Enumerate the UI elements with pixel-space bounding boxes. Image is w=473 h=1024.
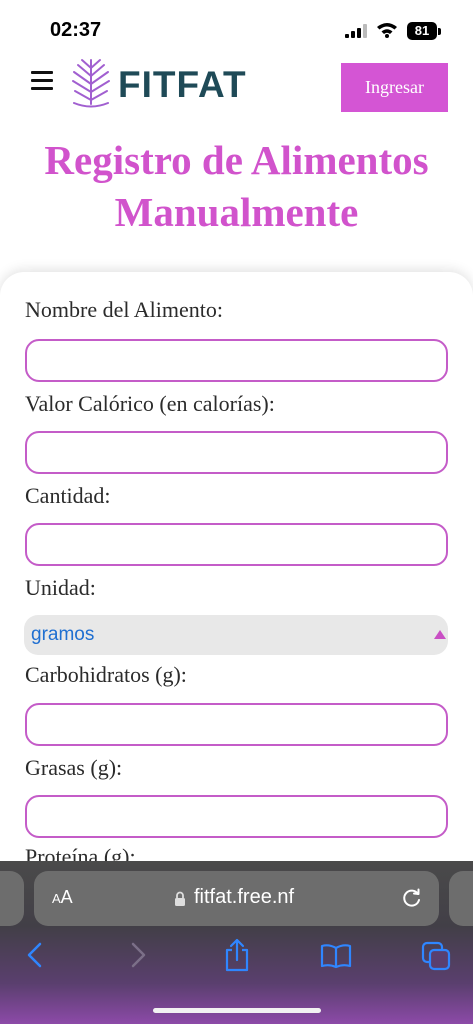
battery-tip — [438, 28, 441, 35]
leaf-logo-icon — [72, 59, 110, 108]
wifi-icon — [377, 23, 397, 38]
home-indicator — [153, 1008, 321, 1013]
fats-input[interactable] — [25, 795, 448, 838]
back-icon[interactable] — [24, 941, 46, 969]
logo-text[interactable]: FITFAT — [118, 64, 247, 106]
select-arrow-icon — [434, 630, 446, 639]
share-icon[interactable] — [223, 938, 251, 972]
calories-input[interactable] — [25, 431, 448, 474]
battery-icon: 81 — [407, 22, 437, 40]
browser-toolbar: AA fitfat.free.nf — [0, 861, 473, 1024]
page-title-line-1: Registro de Alimentos — [44, 137, 429, 183]
forward-icon[interactable] — [127, 941, 149, 969]
address-bar[interactable]: AA fitfat.free.nf — [34, 871, 439, 926]
page-title: Registro de Alimentos Manualmente — [0, 134, 473, 238]
quantity-input[interactable] — [25, 523, 448, 566]
url-text[interactable]: fitfat.free.nf — [194, 886, 294, 909]
text-size-button[interactable]: AA — [52, 887, 73, 908]
page-title-line-2: Manualmente — [114, 189, 359, 235]
reload-icon[interactable] — [401, 887, 423, 909]
bookmarks-icon[interactable] — [320, 943, 352, 969]
unit-label: Unidad: — [25, 575, 96, 600]
menu-icon[interactable] — [31, 71, 53, 91]
quantity-label: Cantidad: — [25, 483, 111, 508]
lock-icon — [175, 891, 185, 906]
fats-label: Grasas (g): — [25, 755, 123, 780]
calories-label: Valor Calórico (en calorías): — [25, 391, 275, 416]
previous-tab-edge[interactable] — [0, 871, 24, 926]
status-time: 02:37 — [50, 19, 102, 41]
food-name-label: Nombre del Alimento: — [25, 297, 223, 322]
carbs-input[interactable] — [25, 703, 448, 746]
login-button[interactable]: Ingresar — [341, 63, 448, 112]
unit-select-value: gramos — [31, 624, 95, 645]
signal-icon — [345, 24, 367, 38]
tabs-icon[interactable] — [421, 941, 451, 971]
status-bar: 02:37 81 — [0, 0, 473, 56]
food-name-input[interactable] — [25, 339, 448, 382]
next-tab-edge[interactable] — [449, 871, 473, 926]
unit-select[interactable]: gramos — [24, 615, 448, 655]
carbs-label: Carbohidratos (g): — [25, 662, 187, 687]
